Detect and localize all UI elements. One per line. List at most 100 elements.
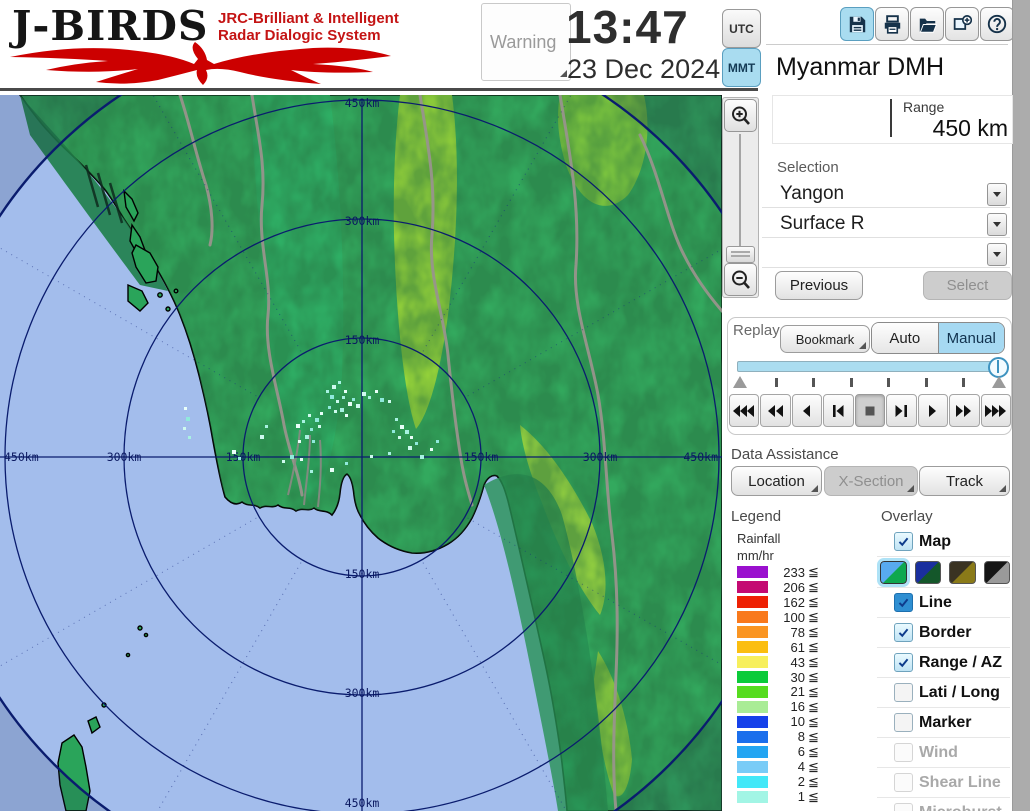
- radar-echo: [340, 408, 344, 412]
- replay-timeline-handle[interactable]: [988, 357, 1009, 378]
- location-button[interactable]: Location: [731, 466, 822, 496]
- step-back-button[interactable]: [823, 394, 853, 427]
- check-icon: [897, 535, 910, 548]
- checked-checkbox[interactable]: [894, 653, 913, 672]
- timezone-utc-button[interactable]: UTC: [722, 9, 761, 48]
- overlay-item-lati-long[interactable]: Lati / Long: [877, 678, 1010, 708]
- step-forward-button[interactable]: [886, 394, 916, 427]
- right-scroll-strip[interactable]: [1012, 0, 1030, 811]
- checked-checkbox[interactable]: [894, 532, 913, 551]
- zoom-slider-track[interactable]: [739, 134, 741, 256]
- map-style-black-grey[interactable]: [984, 561, 1011, 584]
- warning-button[interactable]: Warning: [481, 3, 571, 81]
- product-dropdown[interactable]: Surface R: [762, 210, 1010, 238]
- radar-echo: [336, 400, 339, 403]
- range-ring-label: 150km: [345, 567, 380, 581]
- fast-forward-2-button[interactable]: [949, 394, 979, 427]
- checked-checkbox[interactable]: [894, 623, 913, 642]
- auto-mode-button[interactable]: Auto: [872, 323, 938, 353]
- fast-rewind-2-icon: [763, 403, 789, 419]
- fast-forward-3-button[interactable]: [981, 394, 1011, 427]
- print-button[interactable]: [875, 7, 909, 41]
- range-ring-label: 300km: [107, 450, 142, 464]
- legend-row: 233≦: [737, 565, 827, 580]
- add-image-button[interactable]: [945, 7, 979, 41]
- radar-echo: [408, 446, 412, 450]
- legend-row: 10≦: [737, 714, 827, 729]
- overlay-item-label: Line: [919, 594, 952, 612]
- checked-checkbox[interactable]: [894, 593, 913, 612]
- zoom-out-button[interactable]: [724, 263, 757, 296]
- bookmark-button[interactable]: Bookmark: [780, 325, 870, 353]
- stop-button[interactable]: [855, 394, 885, 427]
- replay-timeline-track[interactable]: [737, 361, 1001, 372]
- radar-echo: [345, 414, 348, 417]
- help-button[interactable]: [980, 7, 1014, 41]
- legend-row: 43≦: [737, 655, 827, 670]
- radar-echo: [405, 430, 409, 434]
- fast-rewind-2-button[interactable]: [760, 394, 790, 427]
- jbirds-app: 150km150km150km150km300km300km300km300km…: [0, 0, 1030, 811]
- select-button: Select: [923, 271, 1012, 300]
- radar-echo: [436, 440, 439, 443]
- checkbox[interactable]: [894, 683, 913, 702]
- checkbox: [894, 803, 913, 811]
- radar-echo: [430, 448, 433, 451]
- zoom-in-button[interactable]: [724, 99, 757, 132]
- checkbox[interactable]: [894, 713, 913, 732]
- app-logo-subtitle: JRC-Brilliant & Intelligent Radar Dialog…: [218, 10, 399, 44]
- map-style-dark-olive[interactable]: [949, 561, 976, 584]
- overlay-item-range-az[interactable]: Range / AZ: [877, 648, 1010, 678]
- fast-forward-3-icon: [983, 403, 1009, 419]
- option-dropdown[interactable]: [762, 240, 1010, 268]
- timezone-mmt-button[interactable]: MMT: [722, 48, 761, 87]
- radar-echo: [282, 460, 285, 463]
- radar-echo: [290, 455, 294, 459]
- radar-echo: [370, 455, 373, 458]
- map-style-dark-navy-green[interactable]: [915, 561, 942, 584]
- range-ring-label: 450km: [683, 450, 718, 464]
- overlay-item-border[interactable]: Border: [877, 618, 1010, 648]
- overlay-item-map[interactable]: Map: [877, 527, 1010, 557]
- previous-button[interactable]: Previous: [775, 271, 863, 300]
- timeline-tick: [962, 378, 965, 387]
- track-button[interactable]: Track: [919, 466, 1010, 496]
- radar-echo: [305, 435, 309, 439]
- radar-echo: [330, 395, 334, 399]
- radar-echo: [368, 396, 371, 399]
- magnifier-minus-icon: [730, 269, 752, 291]
- warning-label: Warning: [490, 32, 556, 53]
- save-button[interactable]: [840, 7, 874, 41]
- replay-mode-switch: Auto Manual: [871, 322, 1005, 354]
- stop-icon: [857, 403, 883, 419]
- legend-row: 206≦: [737, 580, 827, 595]
- manual-mode-button[interactable]: Manual: [938, 323, 1005, 353]
- play-reverse-button[interactable]: [792, 394, 822, 427]
- open-file-button[interactable]: [910, 7, 944, 41]
- product-dropdown-arrow[interactable]: [987, 213, 1007, 236]
- play-button[interactable]: [918, 394, 948, 427]
- overlay-item-marker[interactable]: Marker: [877, 708, 1010, 738]
- legend-leq-symbol: ≦: [808, 714, 819, 730]
- magnifier-plus-icon: [730, 105, 752, 127]
- legend-value: 4: [768, 759, 805, 774]
- legend-row: 4≦: [737, 759, 827, 774]
- clock-time: 13:47: [566, 0, 726, 54]
- legend-value: 8: [768, 729, 805, 744]
- overlay-item-line[interactable]: Line: [877, 588, 1010, 618]
- fast-rewind-3-button[interactable]: [729, 394, 759, 427]
- site-dropdown-arrow[interactable]: [987, 183, 1007, 206]
- legend-color-swatch: [737, 611, 768, 623]
- range-label: Range: [903, 99, 944, 115]
- map-style-terrain-blue-green[interactable]: [880, 561, 907, 584]
- legend-row: 1≦: [737, 789, 827, 804]
- radar-map[interactable]: 150km150km150km150km300km300km300km300km…: [0, 95, 722, 811]
- timeline-tick: [775, 378, 778, 387]
- range-ring-label: 150km: [464, 450, 499, 464]
- zoom-slider-handle[interactable]: [726, 246, 755, 263]
- option-dropdown-arrow[interactable]: [987, 243, 1007, 266]
- site-dropdown[interactable]: Yangon: [762, 180, 1010, 208]
- radar-echo: [420, 455, 424, 459]
- range-ring-label: 450km: [345, 96, 380, 110]
- legend-leq-symbol: ≦: [808, 564, 819, 580]
